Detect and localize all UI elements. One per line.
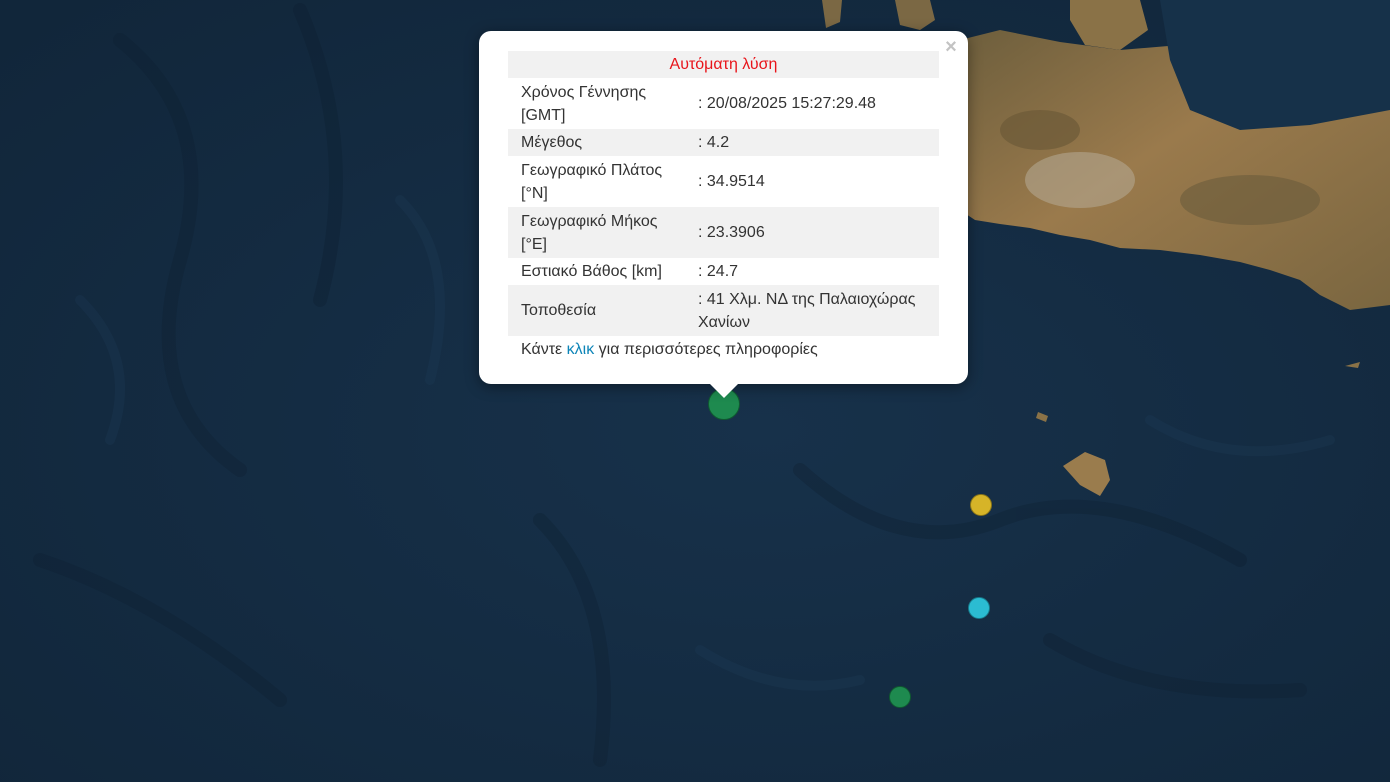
latitude-label: Γεωγραφικό Πλάτος	[521, 161, 663, 179]
magnitude-value: : 4.2	[698, 129, 939, 156]
location-value: : 41 Χλμ. ΝΔ της Παλαιοχώρας	[698, 290, 916, 308]
table-row: Γεωγραφικό Μήκος [°E] : 23.3906	[508, 207, 939, 258]
table-row: Χρόνος Γέννησης [GMT] : 20/08/2025 15:27…	[508, 78, 939, 129]
depth-label: Εστιακό Βάθος [km]	[521, 263, 662, 280]
latitude-label-unit: [°N]	[521, 184, 548, 202]
earthquake-marker-green[interactable]	[889, 686, 911, 708]
table-row: Γεωγραφικό Πλάτος [°N] : 34.9514	[508, 156, 939, 207]
table-row: Μέγεθος : 4.2	[508, 129, 939, 156]
longitude-value: : 23.3906	[698, 207, 939, 258]
more-info-prefix: Κάντε	[521, 341, 563, 358]
table-row: Τοποθεσία : 41 Χλμ. ΝΔ της Παλαιοχώρας Χ…	[508, 285, 939, 336]
earthquake-marker-yellow[interactable]	[970, 494, 992, 516]
more-info-suffix: για περισσότερες πληροφορίες	[598, 341, 818, 358]
origin-time-label-unit: [GMT]	[521, 106, 566, 124]
earthquake-details-table: Αυτόματη λύση Χρόνος Γέννησης [GMT] : 20…	[508, 51, 939, 336]
location-label: Τοποθεσία	[508, 285, 698, 336]
more-info-link[interactable]: κλικ	[567, 341, 595, 358]
close-icon[interactable]: ×	[941, 35, 961, 59]
depth-value: : 24.7	[698, 263, 739, 280]
popup-title: Αυτόματη λύση	[508, 51, 939, 78]
more-info-text: Κάντε κλικ για περισσότερες πληροφορίες	[521, 339, 818, 361]
satellite-map[interactable]: × Αυτόματη λύση Χρόνος Γέννησης [GMT] : …	[0, 0, 1390, 782]
origin-time-value: : 20/08/2025 15:27:29.48	[698, 95, 876, 112]
earthquake-marker-cyan[interactable]	[968, 597, 990, 619]
earthquake-info-popup: × Αυτόματη λύση Χρόνος Γέννησης [GMT] : …	[479, 31, 968, 384]
magnitude-label: Μέγεθος	[508, 129, 698, 156]
table-row: Εστιακό Βάθος [km] : 24.7	[508, 258, 939, 285]
latitude-value: : 34.9514	[698, 173, 765, 190]
longitude-label: Γεωγραφικό Μήκος	[521, 212, 658, 230]
location-value-line2: Χανίων	[698, 313, 750, 331]
origin-time-label: Χρόνος Γέννησης	[521, 83, 647, 101]
popup-pointer	[709, 383, 739, 398]
longitude-label-unit: [°E]	[521, 235, 547, 253]
